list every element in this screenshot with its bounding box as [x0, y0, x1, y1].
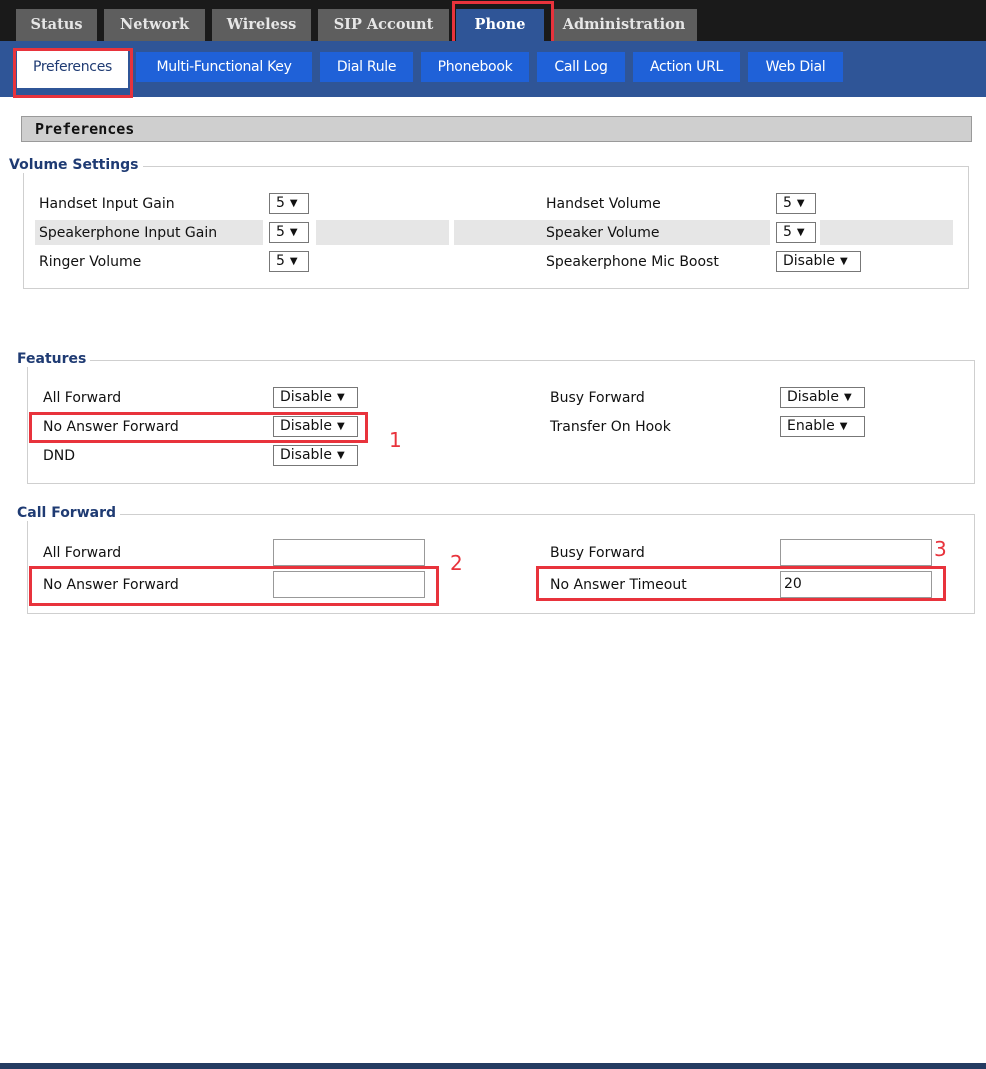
- phone-tab-highlight: [452, 1, 554, 45]
- transfer-on-hook-label: Transfer On Hook: [550, 419, 671, 435]
- annotation-number: 2: [450, 551, 463, 575]
- annotation-number: 1: [389, 428, 402, 452]
- dnd-label: DND: [43, 448, 76, 464]
- dropdown-arrow-icon: ▼: [289, 198, 298, 209]
- dropdown-arrow-icon: ▼: [796, 227, 805, 238]
- tab-sip-account[interactable]: SIP Account: [318, 9, 449, 41]
- footer-bar: [0, 1063, 986, 1069]
- select-value: Enable: [787, 418, 835, 434]
- section-header: Preferences: [21, 116, 972, 142]
- select-value: Disable: [787, 389, 839, 405]
- speaker-volume-label: Speaker Volume: [546, 225, 660, 241]
- subtab-dial-rule[interactable]: Dial Rule: [320, 52, 413, 82]
- cf-busy-forward-label: Busy Forward: [550, 545, 645, 561]
- all-forward-select[interactable]: Disable ▼: [273, 387, 358, 408]
- dropdown-arrow-icon: ▼: [336, 392, 345, 403]
- tab-status[interactable]: Status: [16, 9, 97, 41]
- dropdown-arrow-icon: ▼: [843, 392, 852, 403]
- volume-settings-legend: Volume Settings: [9, 157, 143, 173]
- tab-administration[interactable]: Administration: [551, 9, 697, 41]
- dropdown-arrow-icon: ▼: [289, 256, 298, 267]
- subtab-phonebook[interactable]: Phonebook: [421, 52, 529, 82]
- cf-all-forward-input[interactable]: [273, 539, 425, 566]
- speakerphone-input-gain-select[interactable]: 5 ▼: [269, 222, 309, 243]
- sub-nav: Preferences Multi-Functional Key Dial Ru…: [0, 41, 986, 97]
- speakerphone-input-gain-label: Speakerphone Input Gain: [39, 225, 218, 241]
- tab-network[interactable]: Network: [104, 9, 205, 41]
- select-value: 5: [276, 195, 285, 211]
- subtab-multi-functional-key[interactable]: Multi-Functional Key: [136, 52, 312, 82]
- row-highlight: [820, 220, 953, 245]
- select-value: 5: [276, 253, 285, 269]
- speaker-volume-select[interactable]: 5 ▼: [776, 222, 816, 243]
- dropdown-arrow-icon: ▼: [336, 450, 345, 461]
- handset-input-gain-select[interactable]: 5 ▼: [269, 193, 309, 214]
- select-value: 5: [783, 195, 792, 211]
- select-value: Disable: [280, 389, 332, 405]
- no-answer-timeout-highlight: [536, 566, 946, 601]
- annotation-number: 3: [934, 537, 947, 561]
- ringer-volume-select[interactable]: 5 ▼: [269, 251, 309, 272]
- select-value: 5: [783, 224, 792, 240]
- speakerphone-mic-boost-label: Speakerphone Mic Boost: [546, 254, 719, 270]
- ringer-volume-label: Ringer Volume: [39, 254, 142, 270]
- row-highlight: [316, 220, 449, 245]
- dnd-select[interactable]: Disable ▼: [273, 445, 358, 466]
- subtab-web-dial[interactable]: Web Dial: [748, 52, 843, 82]
- features-legend: Features: [17, 351, 91, 367]
- select-value: Disable: [280, 447, 332, 463]
- transfer-on-hook-select[interactable]: Enable ▼: [780, 416, 865, 437]
- dropdown-arrow-icon: ▼: [796, 198, 805, 209]
- handset-volume-select[interactable]: 5 ▼: [776, 193, 816, 214]
- no-answer-forward-highlight: [29, 412, 368, 443]
- cf-no-answer-forward-highlight: [29, 566, 439, 606]
- dropdown-arrow-icon: ▼: [289, 227, 298, 238]
- section-title: Preferences: [35, 120, 135, 138]
- busy-forward-select[interactable]: Disable ▼: [780, 387, 865, 408]
- handset-input-gain-label: Handset Input Gain: [39, 196, 175, 212]
- handset-volume-label: Handset Volume: [546, 196, 661, 212]
- subtab-call-log[interactable]: Call Log: [537, 52, 625, 82]
- preferences-tab-highlight: [13, 48, 133, 98]
- dropdown-arrow-icon: ▼: [839, 256, 848, 267]
- cf-all-forward-label: All Forward: [43, 545, 122, 561]
- dropdown-arrow-icon: ▼: [839, 421, 848, 432]
- subtab-action-url[interactable]: Action URL: [633, 52, 740, 82]
- select-value: Disable: [783, 253, 835, 269]
- busy-forward-label: Busy Forward: [550, 390, 645, 406]
- cf-busy-forward-input[interactable]: [780, 539, 932, 566]
- speakerphone-mic-boost-select[interactable]: Disable ▼: [776, 251, 861, 272]
- select-value: 5: [276, 224, 285, 240]
- tab-wireless[interactable]: Wireless: [212, 9, 311, 41]
- call-forward-legend: Call Forward: [17, 505, 121, 521]
- all-forward-label: All Forward: [43, 390, 122, 406]
